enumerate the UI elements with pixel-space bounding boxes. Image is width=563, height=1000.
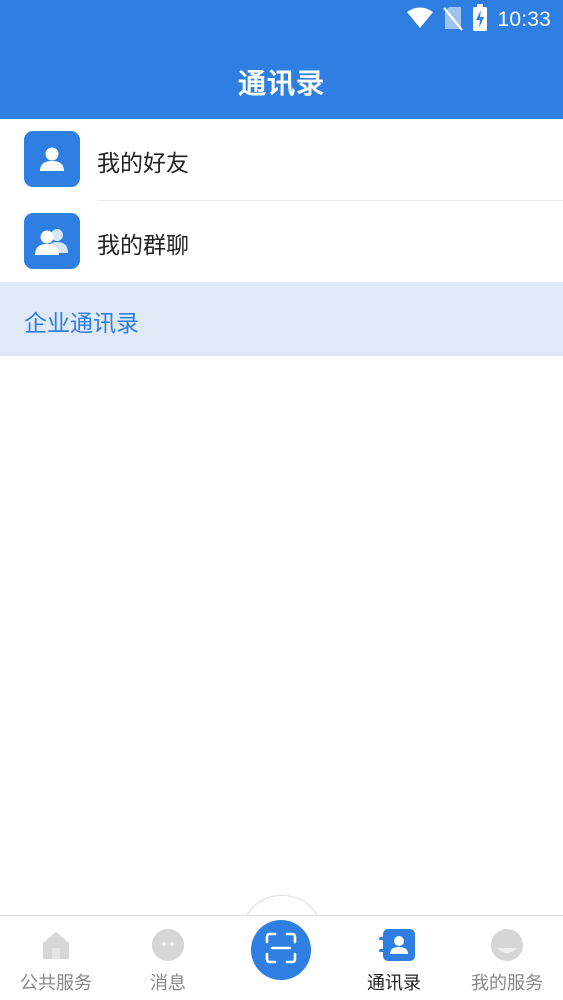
user-icon [24, 131, 80, 187]
contacts-icon [377, 928, 415, 962]
groups-label: 我的群聊 [97, 233, 189, 259]
tab-label: 我的服务 [471, 973, 543, 994]
no-sim-icon [443, 5, 464, 35]
tab-contacts[interactable]: 通讯录 [338, 915, 450, 1000]
tab-label: 公共服务 [20, 973, 92, 994]
scan-button[interactable] [251, 920, 311, 980]
scan-icon [264, 931, 298, 969]
profile-icon [490, 928, 524, 962]
tab-label: 消息 [150, 973, 186, 994]
home-icon [39, 928, 73, 962]
status-time: 10:33 [497, 8, 551, 31]
enterprise-directory-header[interactable]: 企业通讯录 [0, 282, 563, 356]
tab-messages[interactable]: 消息 [112, 915, 224, 1000]
battery-charging-icon [472, 4, 488, 36]
chat-icon [151, 928, 185, 962]
wifi-icon [406, 6, 434, 34]
page-title: 通讯录 [237, 67, 325, 100]
tab-public-services[interactable]: 公共服务 [0, 915, 112, 1000]
friends-label: 我的好友 [97, 151, 189, 177]
status-bar: 10:33 [0, 0, 563, 40]
list-item-groups[interactable]: 我的群聊 [0, 201, 563, 283]
group-icon [24, 213, 80, 269]
status-icons: 10:33 [406, 4, 551, 36]
list-item-friends[interactable]: 我的好友 [0, 119, 563, 201]
app-header: 10:33 通讯录 [0, 0, 563, 119]
tab-my-services[interactable]: 我的服务 [451, 915, 563, 1000]
contacts-list: 我的好友 我的群聊 [0, 119, 563, 283]
enterprise-directory-label: 企业通讯录 [24, 311, 139, 337]
tab-label: 通讯录 [367, 973, 421, 994]
